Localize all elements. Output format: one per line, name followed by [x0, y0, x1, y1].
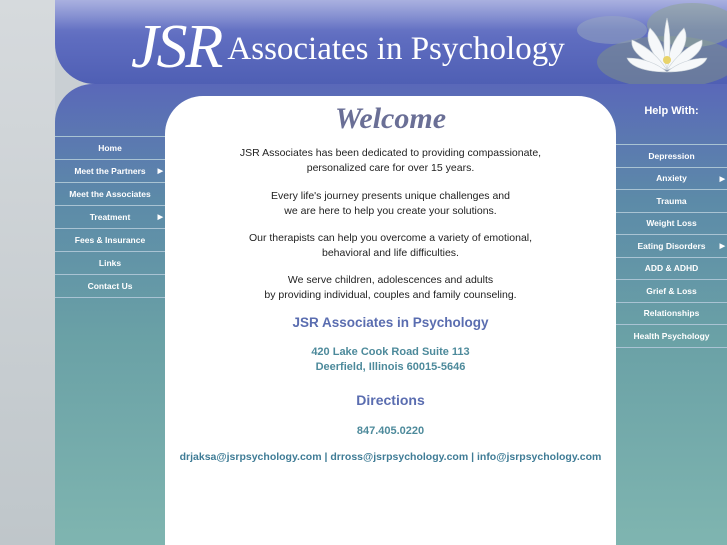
nav-item-label: Meet the Partners — [74, 166, 146, 176]
email-link-drjaksa[interactable]: drjaksa@jsrpsychology.com — [180, 451, 322, 463]
help-item-health-psychology[interactable]: Health Psychology — [616, 324, 727, 348]
help-item-trauma[interactable]: Trauma — [616, 189, 727, 212]
water-lily-icon — [577, 3, 727, 84]
intro-paragraph: JSR Associates has been dedicated to pro… — [239, 147, 542, 174]
help-item-add-adhd[interactable]: ADD & ADHD — [616, 256, 727, 280]
triangle-right-icon: ▶ — [157, 214, 163, 221]
help-item-weight-loss[interactable]: Weight Loss — [616, 211, 727, 235]
logo-mark: JSR — [131, 13, 223, 81]
email-link-info[interactable]: info@jsrpsychology.com — [477, 451, 601, 463]
triangle-right-icon: ▶ — [157, 168, 163, 175]
help-item-depression[interactable]: Depression — [616, 144, 727, 167]
help-item-anxiety[interactable]: Anxiety ▶ — [616, 166, 727, 190]
nav-item-links[interactable]: Links — [55, 251, 165, 274]
org-name: JSR Associates in Psychology — [292, 315, 489, 330]
nav-item-label: Fees & Insurance — [74, 235, 146, 245]
email-separator: | — [324, 451, 328, 463]
address-line-1: 420 Lake Cook Road Suite 113 — [311, 346, 470, 358]
triangle-right-icon: ▶ — [719, 175, 725, 183]
left-gutter — [0, 0, 55, 545]
nav-item-label: Contact Us — [87, 281, 133, 291]
help-item-eating-disorders[interactable]: Eating Disorders ▶ — [616, 234, 727, 257]
help-item-grief-loss[interactable]: Grief & Loss — [616, 279, 727, 302]
services-paragraph: We serve children, adolescences and adul… — [264, 274, 517, 301]
nav-item-meet-the-partners[interactable]: Meet the Partners ▶ — [55, 159, 165, 182]
nav-item-contact-us[interactable]: Contact Us — [55, 274, 165, 298]
site-logo[interactable]: JSR Associates in Psychology — [131, 12, 565, 83]
nav-item-label: Home — [98, 143, 122, 153]
nav-item-treatment[interactable]: Treatment ▶ — [55, 205, 165, 228]
email-links: drjaksa@jsrpsychology.com | drross@jsrps… — [165, 451, 616, 463]
main-content: Welcome JSR Associates has been dedicate… — [165, 96, 616, 545]
email-separator: | — [471, 451, 475, 463]
address-line-2: Deerfield, Illinois 60015-5646 — [315, 361, 466, 373]
therapists-paragraph: Our therapists can help you overcome a v… — [248, 232, 533, 259]
phone-number[interactable]: 847.405.0220 — [165, 424, 616, 439]
help-item-relationships[interactable]: Relationships — [616, 301, 727, 325]
email-link-drross[interactable]: drross@jsrpsychology.com — [330, 451, 468, 463]
nav-item-home[interactable]: Home — [55, 136, 165, 159]
nav-item-label: Links — [98, 258, 122, 268]
address: 420 Lake Cook Road Suite 113 Deerfield, … — [165, 345, 616, 375]
help-with-heading: Help With: — [644, 105, 699, 117]
site-header: JSR Associates in Psychology — [55, 0, 727, 84]
main-nav: Home Meet the Partners ▶ Meet the Associa… — [55, 136, 165, 298]
nav-item-label: Treatment — [89, 212, 131, 222]
journey-paragraph: Every life's journey presents unique cha… — [271, 190, 510, 217]
nav-item-meet-the-associates[interactable]: Meet the Associates — [55, 182, 165, 205]
directions-link[interactable]: Directions — [165, 392, 616, 408]
help-nav: Depression Anxiety ▶ Trauma Weight Loss E… — [616, 144, 727, 348]
logo-text: Associates in Psychology — [227, 31, 565, 67]
page-title: Welcome — [334, 102, 447, 135]
triangle-right-icon: ▶ — [719, 243, 725, 250]
nav-item-label: Meet the Associates — [69, 189, 151, 199]
nav-item-fees-insurance[interactable]: Fees & Insurance — [55, 228, 165, 251]
